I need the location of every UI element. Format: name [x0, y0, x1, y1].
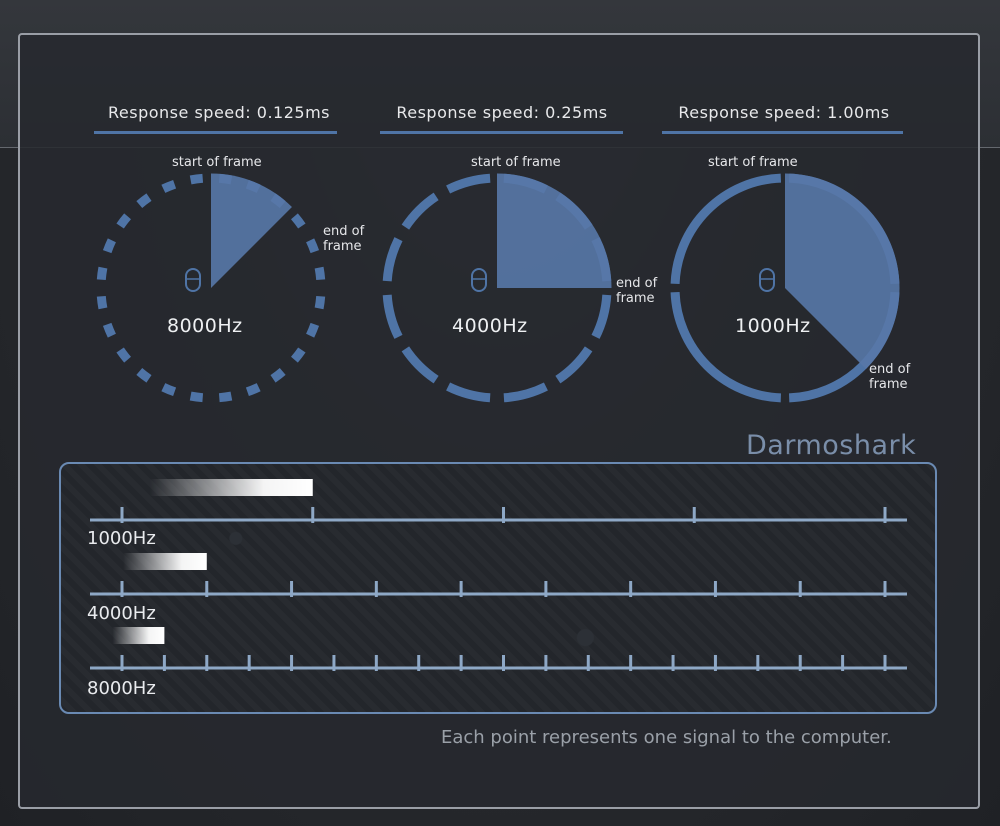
- timeline-row-4000hz: [90, 553, 907, 597]
- timeline-label-8000: 8000Hz: [87, 678, 156, 699]
- caption-text: Each point represents one signal to the …: [441, 727, 892, 748]
- timeline-row-1000hz: [90, 479, 907, 523]
- timeline-row-8000hz: [90, 627, 907, 671]
- signal-interval-bar: [149, 479, 313, 496]
- timeline-label-4000: 4000Hz: [87, 603, 156, 624]
- signal-interval-bar: [123, 553, 207, 570]
- signal-interval-bar: [112, 627, 165, 644]
- timeline-label-1000: 1000Hz: [87, 528, 156, 549]
- signal-timeline: [90, 479, 907, 671]
